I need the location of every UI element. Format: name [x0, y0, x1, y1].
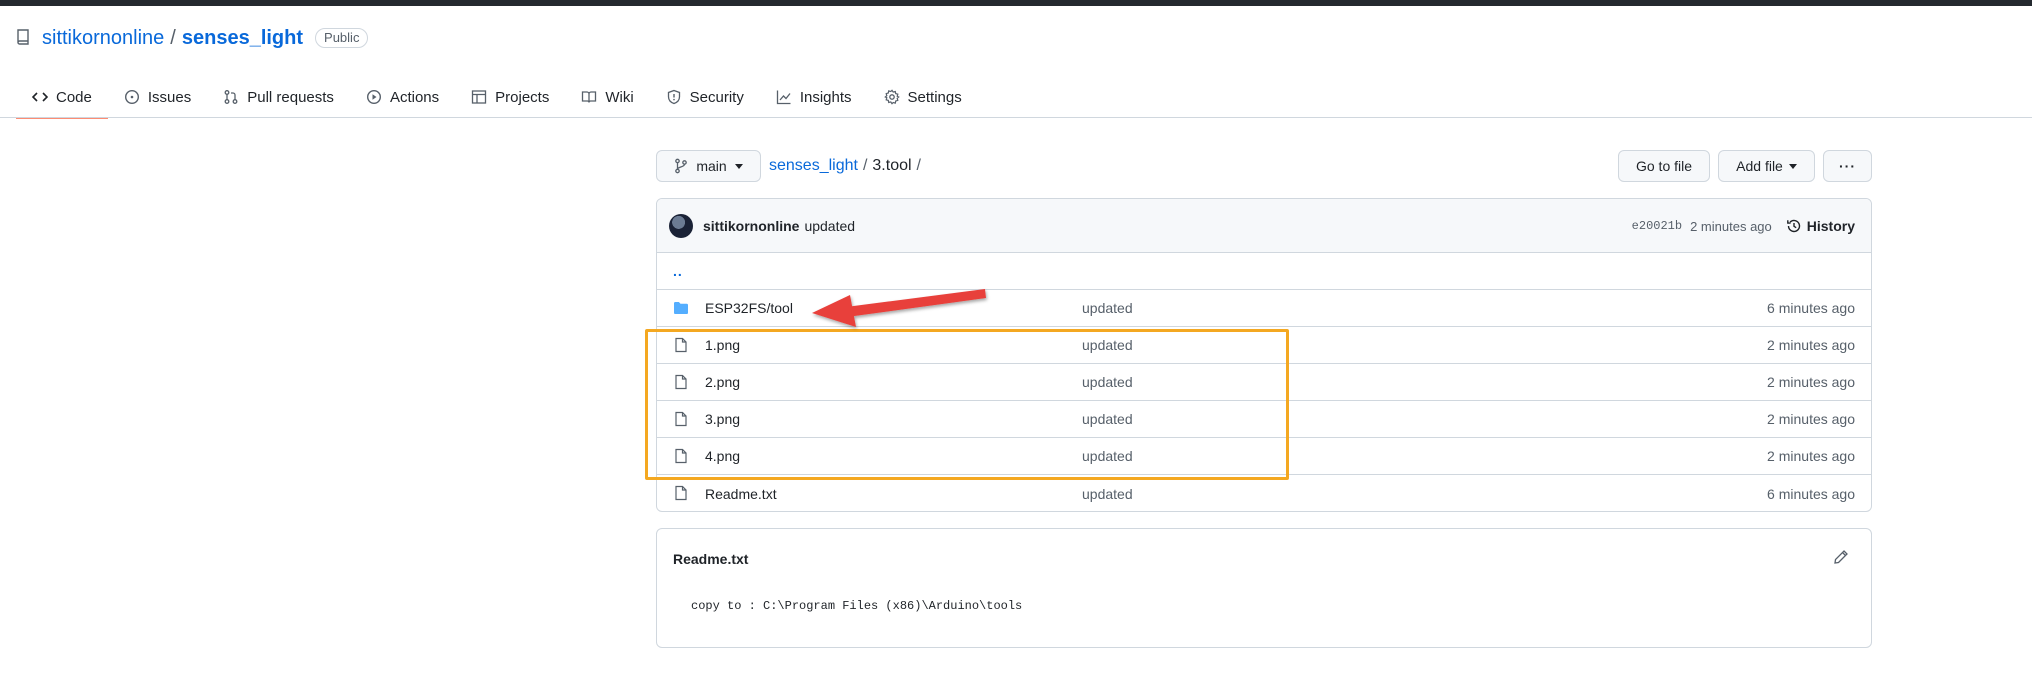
visibility-badge: Public: [315, 28, 369, 48]
shield-icon: [667, 89, 680, 105]
add-file-button[interactable]: Add file: [1718, 150, 1815, 182]
file-age: 2 minutes ago: [1767, 411, 1855, 427]
more-options-button[interactable]: ···: [1823, 150, 1872, 182]
pencil-icon[interactable]: [1833, 549, 1849, 565]
tab-label: Settings: [907, 88, 962, 106]
tab-code[interactable]: Code: [16, 76, 108, 119]
parent-directory-link[interactable]: ..: [673, 263, 683, 279]
add-file-label: Add file: [1736, 158, 1783, 174]
branch-select-button[interactable]: main: [656, 150, 761, 182]
commit-age: 2 minutes ago: [1690, 218, 1772, 234]
commit-author-link[interactable]: sittikornonline: [703, 218, 799, 234]
chevron-down-icon: [1788, 163, 1797, 169]
tab-label: Security: [689, 88, 744, 106]
file-navigation-toolbar: main senses_light / 3.tool / Go to file …: [656, 150, 1872, 182]
annotation-highlight-box: [645, 329, 1289, 480]
breadcrumb: senses_light / 3.tool /: [769, 150, 926, 182]
file-age: 6 minutes ago: [1767, 300, 1855, 316]
repo-nav-tabs: Code Issues Pull requests Actions Projec…: [16, 76, 978, 119]
tab-issues[interactable]: Issues: [108, 76, 207, 118]
commit-sha-link[interactable]: e20021b: [1632, 219, 1682, 233]
annotation-arrow-icon: [812, 289, 986, 327]
tab-projects[interactable]: Projects: [455, 76, 565, 118]
tab-insights[interactable]: Insights: [760, 76, 868, 118]
history-icon: [1786, 219, 1800, 233]
tab-label: Issues: [147, 88, 192, 106]
go-to-file-button[interactable]: Go to file: [1618, 150, 1710, 182]
tab-security[interactable]: Security: [650, 76, 760, 118]
breadcrumb-repo-link[interactable]: senses_light: [769, 157, 858, 175]
file-age: 2 minutes ago: [1767, 374, 1855, 390]
book-icon: [582, 91, 597, 103]
tab-label: Projects: [495, 88, 550, 106]
tabs-divider: [0, 117, 2032, 118]
repo-header: sittikornonline / senses_light Public: [16, 26, 369, 50]
commit-message[interactable]: updated: [804, 218, 855, 234]
history-link[interactable]: History: [1786, 218, 1855, 234]
avatar[interactable]: [669, 213, 693, 238]
top-header-bar: [0, 0, 2032, 6]
play-icon: [366, 89, 381, 105]
file-name-link[interactable]: Readme.txt: [705, 486, 777, 502]
code-icon: [32, 92, 48, 102]
commit-meta: e20021b 2 minutes ago History: [1632, 199, 1855, 253]
gear-icon: [883, 89, 900, 105]
tab-label: Insights: [799, 88, 852, 106]
tab-settings[interactable]: Settings: [868, 76, 978, 118]
file-icon: [675, 485, 687, 501]
tab-wiki[interactable]: Wiki: [565, 76, 649, 118]
repo-path-separator: /: [170, 26, 176, 49]
issue-icon: [124, 89, 139, 105]
file-commit-message[interactable]: updated: [1082, 486, 1133, 502]
folder-icon: [674, 302, 688, 314]
readme-title: Readme.txt: [673, 551, 749, 567]
readme-content: copy to : C:\Program Files (x86)\Arduino…: [691, 599, 1023, 613]
tab-pull-requests[interactable]: Pull requests: [207, 76, 350, 118]
tab-label: Code: [56, 88, 92, 106]
repo-owner-link[interactable]: sittikornonline: [42, 27, 164, 50]
tab-label: Wiki: [605, 88, 634, 106]
tab-label: Actions: [389, 88, 440, 106]
breadcrumb-separator: /: [862, 157, 868, 174]
graph-icon: [776, 90, 791, 105]
tab-actions[interactable]: Actions: [350, 76, 455, 118]
repo-name-link[interactable]: senses_light: [182, 27, 303, 50]
breadcrumb-current-dir: 3.tool: [872, 157, 912, 174]
history-label: History: [1806, 218, 1855, 234]
chevron-down-icon: [734, 163, 743, 169]
git-branch-icon: [675, 158, 688, 174]
latest-commit-bar: sittikornonline updated e20021b 2 minute…: [657, 199, 1871, 253]
file-row: Readme.txt updated 6 minutes ago: [657, 475, 1871, 511]
file-name-link[interactable]: ESP32FS/tool: [705, 300, 793, 316]
repo-icon: [16, 29, 32, 47]
file-age: 2 minutes ago: [1767, 337, 1855, 353]
file-commit-message[interactable]: updated: [1082, 300, 1133, 316]
table-icon: [471, 90, 487, 104]
file-age: 6 minutes ago: [1767, 485, 1855, 502]
readme-panel: Readme.txt copy to : C:\Program Files (x…: [656, 528, 1872, 648]
file-age: 2 minutes ago: [1767, 448, 1855, 464]
pull-request-icon: [224, 90, 238, 104]
branch-name: main: [696, 158, 727, 174]
breadcrumb-trailing-separator: /: [916, 157, 921, 174]
tab-label: Pull requests: [247, 88, 334, 106]
